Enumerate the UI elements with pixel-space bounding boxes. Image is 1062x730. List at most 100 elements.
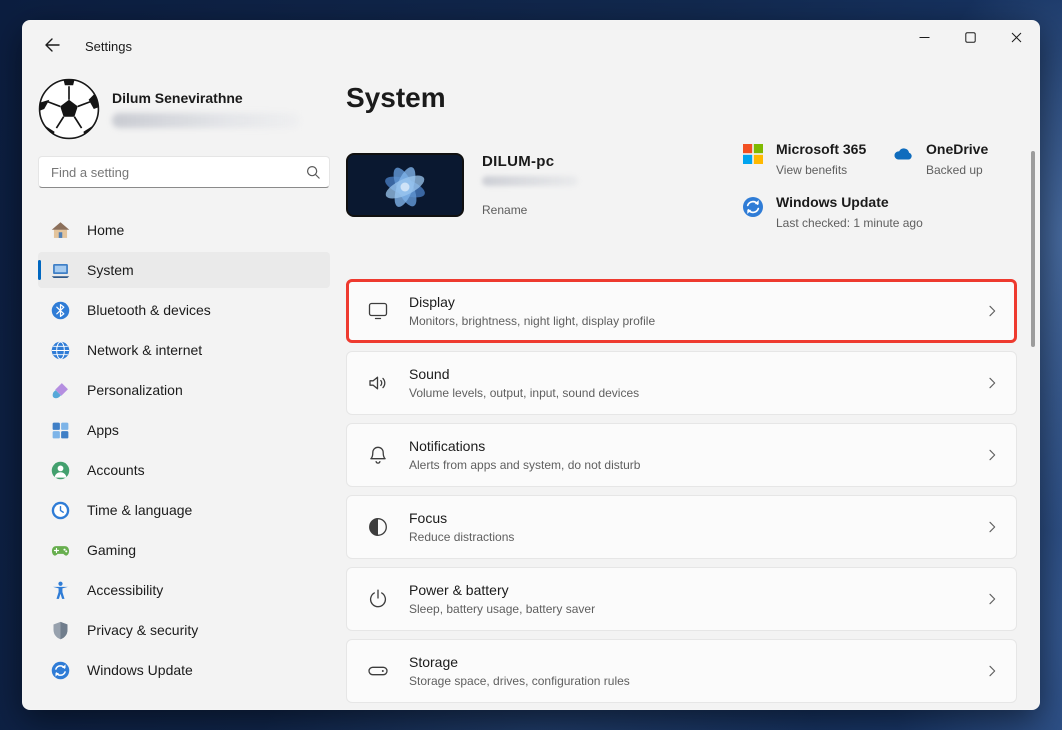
- sidebar-nav: Home System Bluetooth & devices: [38, 212, 330, 688]
- sidebar-item-network[interactable]: Network & internet: [38, 332, 330, 368]
- network-icon: [50, 340, 71, 361]
- maximize-icon: [965, 31, 976, 46]
- settings-item-focus[interactable]: Focus Reduce distractions: [346, 495, 1017, 559]
- status-row: Windows Update Last checked: 1 minute ag…: [741, 194, 1029, 230]
- setting-title: Display: [409, 294, 655, 310]
- minimize-button[interactable]: [901, 21, 947, 55]
- gaming-icon: [50, 540, 71, 561]
- status-subtitle: View benefits: [776, 163, 866, 177]
- titlebar: Settings: [23, 21, 1039, 71]
- avatar: [38, 78, 100, 140]
- back-arrow-icon: [45, 38, 60, 55]
- device-name: DILUM-pc: [482, 153, 578, 170]
- sidebar-item-label: Time & language: [87, 502, 192, 518]
- onedrive-icon: [891, 142, 915, 166]
- sidebar-item-label: Network & internet: [87, 342, 202, 358]
- main-content: System: [345, 71, 1039, 709]
- microsoft-365-icon: [741, 142, 765, 166]
- device-info: DILUM-pc Rename: [482, 153, 578, 217]
- rename-link[interactable]: Rename: [482, 203, 578, 217]
- setting-title: Notifications: [409, 438, 640, 454]
- window-controls: [901, 21, 1039, 55]
- time-language-icon: [50, 500, 71, 521]
- device-wallpaper-thumbnail: [346, 153, 464, 217]
- sidebar-item-label: Home: [87, 222, 124, 238]
- setting-subtitle: Reduce distractions: [409, 530, 514, 544]
- settings-item-power-battery[interactable]: Power & battery Sleep, battery usage, ba…: [346, 567, 1017, 631]
- setting-subtitle: Monitors, brightness, night light, displ…: [409, 314, 655, 328]
- user-profile[interactable]: Dilum Senevirathne: [38, 78, 330, 140]
- page-title: System: [346, 79, 1017, 117]
- setting-title: Focus: [409, 510, 514, 526]
- profile-text: Dilum Senevirathne: [112, 90, 300, 128]
- sidebar-item-home[interactable]: Home: [38, 212, 330, 248]
- chevron-right-icon: [984, 375, 1000, 391]
- apps-icon: [50, 420, 71, 441]
- device-model-redacted: [482, 176, 578, 186]
- sidebar-item-label: Personalization: [87, 382, 183, 398]
- back-button[interactable]: [35, 31, 69, 61]
- sidebar-item-label: Apps: [87, 422, 119, 438]
- sidebar-item-accessibility[interactable]: Accessibility: [38, 572, 330, 608]
- status-title: Windows Update: [776, 194, 889, 210]
- scrollbar[interactable]: [1031, 151, 1035, 347]
- accessibility-icon: [50, 580, 71, 601]
- sidebar-item-accounts[interactable]: Accounts: [38, 452, 330, 488]
- sidebar-item-label: Privacy & security: [87, 622, 198, 638]
- status-title: OneDrive: [926, 141, 988, 157]
- sidebar-item-system[interactable]: System: [38, 252, 330, 288]
- display-icon: [366, 299, 390, 323]
- search-input[interactable]: [38, 156, 330, 188]
- settings-item-display[interactable]: Display Monitors, brightness, night ligh…: [346, 279, 1017, 343]
- system-icon: [50, 260, 71, 281]
- setting-text: Storage Storage space, drives, configura…: [409, 654, 630, 688]
- onedrive-card[interactable]: OneDrive Backed up: [891, 141, 1029, 177]
- setting-subtitle: Alerts from apps and system, do not dist…: [409, 458, 640, 472]
- settings-item-sound[interactable]: Sound Volume levels, output, input, soun…: [346, 351, 1017, 415]
- status-subtitle: Last checked: 1 minute ago: [776, 216, 923, 230]
- window-title: Settings: [85, 39, 132, 54]
- windows-update-icon: [50, 660, 71, 681]
- sound-icon: [366, 371, 390, 395]
- sidebar-item-personalization[interactable]: Personalization: [38, 372, 330, 408]
- settings-item-notifications[interactable]: Notifications Alerts from apps and syste…: [346, 423, 1017, 487]
- bluetooth-icon: [50, 300, 71, 321]
- windows-update-card[interactable]: Windows Update Last checked: 1 minute ag…: [741, 194, 891, 230]
- notifications-bell-icon: [366, 443, 390, 467]
- setting-text: Power & battery Sleep, battery usage, ba…: [409, 582, 595, 616]
- accounts-icon: [50, 460, 71, 481]
- focus-icon: [366, 515, 390, 539]
- status-row: Microsoft 365 View benefits OneDrive Bac…: [741, 141, 1029, 177]
- settings-list: Display Monitors, brightness, night ligh…: [346, 279, 1017, 703]
- sidebar-item-privacy[interactable]: Privacy & security: [38, 612, 330, 648]
- chevron-right-icon: [984, 519, 1000, 535]
- setting-text: Focus Reduce distractions: [409, 510, 514, 544]
- windows-update-status-icon: [741, 195, 765, 219]
- sidebar-item-apps[interactable]: Apps: [38, 412, 330, 448]
- microsoft-365-card[interactable]: Microsoft 365 View benefits: [741, 141, 891, 177]
- status-block: Microsoft 365 View benefits OneDrive Bac…: [741, 141, 1029, 230]
- maximize-button[interactable]: [947, 21, 993, 55]
- setting-text: Notifications Alerts from apps and syste…: [409, 438, 640, 472]
- personalization-icon: [50, 380, 71, 401]
- power-icon: [366, 587, 390, 611]
- chevron-right-icon: [984, 303, 1000, 319]
- settings-item-storage[interactable]: Storage Storage space, drives, configura…: [346, 639, 1017, 703]
- home-icon: [50, 220, 71, 241]
- window-body: Dilum Senevirathne Home: [23, 71, 1039, 709]
- setting-title: Sound: [409, 366, 639, 382]
- sidebar-item-gaming[interactable]: Gaming: [38, 532, 330, 568]
- sidebar-item-time-language[interactable]: Time & language: [38, 492, 330, 528]
- setting-text: Sound Volume levels, output, input, soun…: [409, 366, 639, 400]
- setting-subtitle: Volume levels, output, input, sound devi…: [409, 386, 639, 400]
- sidebar-item-bluetooth[interactable]: Bluetooth & devices: [38, 292, 330, 328]
- setting-subtitle: Sleep, battery usage, battery saver: [409, 602, 595, 616]
- chevron-right-icon: [984, 447, 1000, 463]
- sidebar-item-windows-update[interactable]: Windows Update: [38, 652, 330, 688]
- close-button[interactable]: [993, 21, 1039, 55]
- setting-subtitle: Storage space, drives, configuration rul…: [409, 674, 630, 688]
- setting-title: Power & battery: [409, 582, 595, 598]
- settings-window: Settings: [22, 20, 1040, 710]
- sidebar-item-label: Bluetooth & devices: [87, 302, 211, 318]
- status-title: Microsoft 365: [776, 141, 866, 157]
